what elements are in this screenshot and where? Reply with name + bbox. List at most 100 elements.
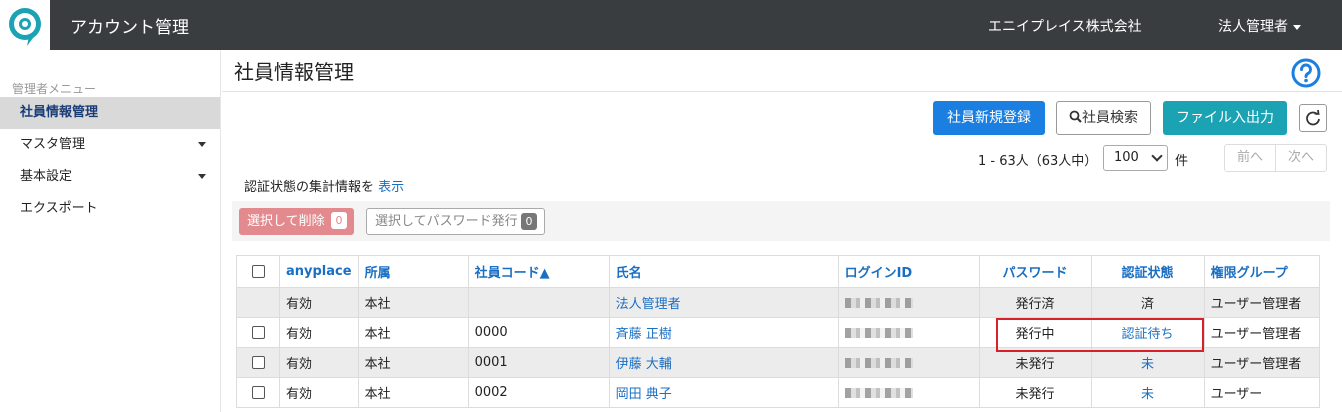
auth-status-link[interactable]: 認証待ち	[1090, 317, 1205, 348]
prev-page-button[interactable]: 前へ	[1224, 144, 1276, 172]
sidebar-item-settings[interactable]: 基本設定	[0, 161, 220, 193]
per-page-value: 100	[1114, 150, 1139, 165]
sidebar: 管理者メニュー 社員情報管理 マスタ管理 基本設定 エクスポート	[0, 50, 221, 412]
search-icon	[1069, 110, 1082, 123]
code-cell: 0002	[467, 377, 610, 408]
row-checkbox[interactable]	[236, 347, 280, 378]
checkbox-icon	[251, 356, 265, 369]
redacted-login-id	[844, 327, 913, 338]
delete-selected-button[interactable]: 選択して削除 0	[239, 208, 354, 235]
chevron-down-icon	[1151, 150, 1163, 162]
column-header-anyplace[interactable]: anyplace	[279, 255, 359, 288]
sidebar-heading: 管理者メニュー	[12, 82, 97, 96]
issue-password-label: 選択してパスワード発行	[375, 214, 518, 229]
sidebar-item-label: マスタ管理	[20, 137, 86, 152]
caret-down-icon	[1293, 24, 1301, 30]
employee-name-link[interactable]: 斉藤 正樹	[608, 317, 839, 348]
delete-count-badge: 0	[331, 212, 347, 229]
column-header-password[interactable]: パスワード	[978, 255, 1092, 288]
dept-cell: 本社	[357, 317, 469, 348]
new-employee-button[interactable]: 社員新規登録	[933, 101, 1045, 135]
checkbox-icon	[251, 326, 265, 339]
sidebar-item-label: エクスポート	[20, 201, 98, 216]
app-logo[interactable]	[0, 0, 50, 50]
auth-summary-show-link[interactable]: 表示	[378, 180, 404, 195]
sidebar-item-label: 基本設定	[20, 169, 73, 184]
anyplace-cell: 有効	[279, 287, 359, 318]
password-status-cell: 未発行	[978, 347, 1092, 378]
checkbox-icon	[251, 265, 265, 278]
logo-icon	[9, 8, 41, 46]
column-header-login-id[interactable]: ログインID	[837, 255, 980, 288]
row-checkbox-cell	[236, 287, 280, 318]
code-cell: 0000	[467, 317, 610, 348]
next-page-button[interactable]: 次へ	[1275, 144, 1327, 172]
sidebar-item-export[interactable]: エクスポート	[0, 193, 220, 225]
column-header-group[interactable]: 権限グループ	[1203, 255, 1320, 288]
redacted-login-id	[844, 297, 913, 308]
per-page-select[interactable]: 100	[1103, 145, 1168, 171]
employee-name-link[interactable]: 伊藤 大輔	[608, 347, 839, 378]
title-divider	[222, 91, 1342, 92]
caret-down-icon	[198, 142, 206, 147]
delete-selected-label: 選択して削除	[247, 214, 325, 229]
user-menu[interactable]: 法人管理者	[1218, 16, 1301, 36]
auth-status-cell: 済	[1090, 287, 1205, 318]
page-title: 社員情報管理	[234, 60, 354, 84]
row-checkbox[interactable]	[236, 317, 280, 348]
refresh-button[interactable]	[1299, 104, 1327, 132]
group-cell: ユーザー管理者	[1203, 347, 1320, 378]
login-id-cell	[837, 377, 980, 408]
table-row: 有効 本社 法人管理者 発行済 済 ユーザー管理者	[236, 287, 1320, 318]
caret-down-icon	[198, 174, 206, 179]
dept-cell: 本社	[357, 377, 469, 408]
select-all-checkbox[interactable]	[236, 255, 280, 288]
sidebar-item-label: 社員情報管理	[20, 105, 99, 120]
auth-summary-text: 認証状態の集計情報を	[244, 180, 375, 195]
auth-summary: 認証状態の集計情報を 表示	[244, 176, 404, 195]
top-bar: アカウント管理 エニイプレイス株式会社 法人管理者	[0, 0, 1342, 50]
search-button-label: 社員検索	[1082, 110, 1138, 126]
group-cell: ユーザー	[1203, 377, 1320, 408]
sidebar-item-master[interactable]: マスタ管理	[0, 129, 220, 161]
column-header-name[interactable]: 氏名	[608, 255, 839, 288]
anyplace-cell: 有効	[279, 317, 359, 348]
table-row: 有効 本社 0001 伊藤 大輔 未発行 未 ユーザー管理者	[236, 347, 1320, 378]
sidebar-item-employee-info[interactable]: 社員情報管理	[0, 97, 220, 129]
user-menu-label: 法人管理者	[1218, 19, 1288, 35]
anyplace-cell: 有効	[279, 347, 359, 378]
column-header-dept[interactable]: 所属	[357, 255, 469, 288]
login-id-cell	[837, 287, 980, 318]
refresh-icon	[1306, 109, 1320, 126]
result-range: 1 - 63人（63人中）	[978, 154, 1098, 169]
code-cell: 0001	[467, 347, 610, 378]
password-count-badge: 0	[521, 213, 537, 230]
auth-status-link[interactable]: 未	[1090, 347, 1205, 378]
file-io-button[interactable]: ファイル入出力	[1163, 101, 1287, 135]
column-header-code[interactable]: 社員コード▲	[467, 255, 610, 288]
app-title: アカウント管理	[70, 18, 189, 38]
group-cell: ユーザー管理者	[1203, 317, 1320, 348]
employee-table: anyplace 所属 社員コード▲ 氏名 ログインID パスワード 認証状態 …	[236, 255, 1320, 408]
group-cell: ユーザー管理者	[1203, 287, 1320, 318]
code-cell	[467, 287, 610, 318]
per-page-unit: 件	[1175, 154, 1189, 169]
password-status-cell: 未発行	[978, 377, 1092, 408]
password-status-cell: 発行済	[978, 287, 1092, 318]
auth-status-link[interactable]: 未	[1090, 377, 1205, 408]
password-status-cell: 発行中	[978, 317, 1092, 348]
column-header-auth[interactable]: 認証状態	[1090, 255, 1205, 288]
question-circle-icon[interactable]	[1291, 58, 1321, 88]
anyplace-cell: 有効	[279, 377, 359, 408]
row-checkbox[interactable]	[236, 377, 280, 408]
company-name: エニイプレイス株式会社	[988, 19, 1142, 35]
employee-name-link[interactable]: 法人管理者	[608, 287, 839, 318]
issue-password-button[interactable]: 選択してパスワード発行 0	[366, 208, 545, 235]
dept-cell: 本社	[357, 287, 469, 318]
table-header-row: anyplace 所属 社員コード▲ 氏名 ログインID パスワード 認証状態 …	[236, 255, 1320, 288]
redacted-login-id	[844, 387, 913, 398]
login-id-cell	[837, 317, 980, 348]
employee-name-link[interactable]: 岡田 典子	[608, 377, 839, 408]
employee-search-button[interactable]: 社員検索	[1056, 101, 1151, 135]
redacted-login-id	[844, 357, 913, 368]
